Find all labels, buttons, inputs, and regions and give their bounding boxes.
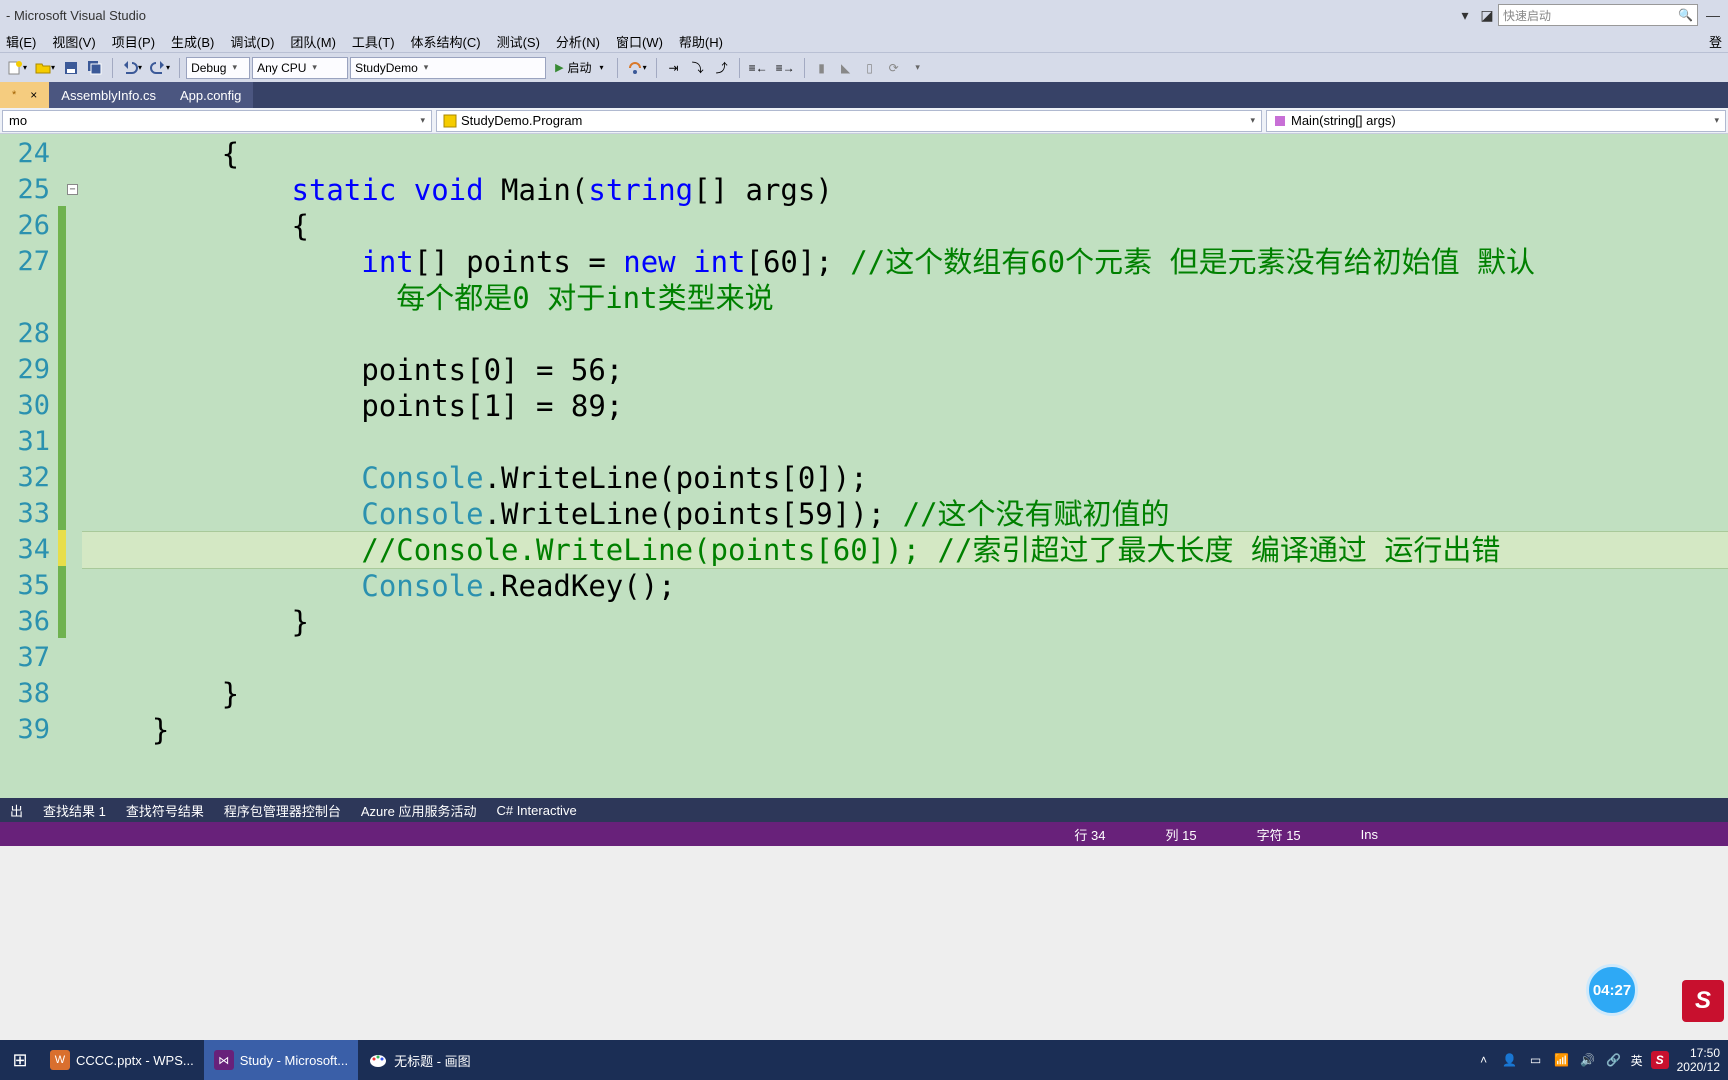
feedback-icon[interactable]: ◪ — [1476, 4, 1498, 26]
bottom-tab-csi[interactable]: C# Interactive — [486, 798, 586, 822]
notifications-icon[interactable]: ▾ — [1454, 4, 1476, 26]
title-bar: - Microsoft Visual Studio ▾ ◪ 快速启动 🔍 — — [0, 0, 1728, 30]
toolbar-overflow[interactable]: ▾ — [907, 57, 929, 79]
bottom-panel-tabs: 出 查找结果 1 查找符号结果 程序包管理器控制台 Azure 应用服务活动 C… — [0, 798, 1728, 822]
new-item-button[interactable]: ▾ — [4, 57, 30, 79]
video-timestamp-badge: 04:27 — [1586, 964, 1638, 1016]
toolbar: ▾ ▾ ▾ ▾ Debug▾ Any CPU▾ StudyDemo▾ ▶启动▾ … — [0, 52, 1728, 82]
status-line: 行 34 — [1044, 825, 1135, 844]
menu-project[interactable]: 项目(P) — [106, 32, 161, 51]
bookmark-icon[interactable]: ◣ — [835, 57, 857, 79]
task-wps[interactable]: WCCCC.pptx - WPS... — [40, 1040, 204, 1080]
tray-up-icon[interactable]: ˄ — [1475, 1051, 1493, 1069]
step-into-icon[interactable]: ⤵ — [687, 57, 709, 79]
tab-assemblyinfo[interactable]: AssemblyInfo.cs — [49, 82, 168, 108]
status-ins: Ins — [1331, 827, 1408, 842]
tray-volume-icon[interactable]: 🔊 — [1579, 1051, 1597, 1069]
comment-icon[interactable]: ▮ — [811, 57, 833, 79]
menu-debug[interactable]: 调试(D) — [224, 32, 280, 51]
status-char: 字符 15 — [1227, 825, 1331, 844]
indent-right-icon[interactable]: ≡→ — [773, 57, 798, 79]
start-debug-button[interactable]: ▶启动▾ — [548, 57, 611, 79]
task-paint[interactable]: 无标题 - 画图 — [358, 1040, 481, 1080]
status-col: 列 15 — [1136, 825, 1227, 844]
browser-link-button[interactable]: ▾ — [624, 57, 650, 79]
open-button[interactable]: ▾ — [32, 57, 58, 79]
config-dropdown[interactable]: Debug▾ — [186, 57, 250, 79]
start-button[interactable]: ⊞ — [0, 1040, 40, 1080]
system-tray: ˄ 👤 ▭ 📶 🔊 🔗 英 S 17:502020/12 — [1475, 1046, 1728, 1074]
search-icon: 🔍 — [1678, 8, 1693, 22]
menu-bar: 辑(E) 视图(V) 项目(P) 生成(B) 调试(D) 团队(M) 工具(T)… — [0, 30, 1728, 52]
task-vs[interactable]: ⋈Study - Microsoft... — [204, 1040, 358, 1080]
sogou-ime-icon[interactable]: S — [1682, 980, 1724, 1022]
tray-people-icon[interactable]: 👤 — [1501, 1051, 1519, 1069]
quick-launch-input[interactable]: 快速启动 🔍 — [1498, 4, 1698, 26]
fold-gutter: − — [66, 134, 82, 776]
minimize-button[interactable]: — — [1698, 4, 1728, 26]
menu-view[interactable]: 视图(V) — [46, 32, 101, 51]
bottom-tab-pkgmgr[interactable]: 程序包管理器控制台 — [214, 798, 351, 822]
menu-architecture[interactable]: 体系结构(C) — [405, 32, 487, 51]
modification-bar — [58, 134, 66, 776]
step-out-icon[interactable]: ⤴ — [711, 57, 733, 79]
save-button[interactable] — [60, 57, 82, 79]
menu-team[interactable]: 团队(M) — [284, 32, 342, 51]
tray-battery-icon[interactable]: ▭ — [1527, 1051, 1545, 1069]
member-selector[interactable]: Main(string[] args)▾ — [1266, 110, 1726, 132]
menu-test[interactable]: 测试(S) — [491, 32, 546, 51]
tray-ime[interactable]: 英 — [1631, 1052, 1643, 1069]
menu-tools[interactable]: 工具(T) — [346, 32, 401, 51]
indent-left-icon[interactable]: ≡← — [746, 57, 771, 79]
class-selector[interactable]: StudyDemo.Program▾ — [436, 110, 1262, 132]
tray-sogou-icon[interactable]: S — [1651, 1051, 1669, 1069]
undo-button[interactable]: ▾ — [119, 57, 145, 79]
sign-in[interactable]: 登 — [1703, 32, 1728, 51]
tab-appconfig[interactable]: App.config — [168, 82, 253, 108]
app-title: - Microsoft Visual Studio — [6, 8, 146, 23]
menu-help[interactable]: 帮助(H) — [673, 32, 729, 51]
project-selector[interactable]: mo▾ — [2, 110, 432, 132]
platform-dropdown[interactable]: Any CPU▾ — [252, 57, 348, 79]
tray-link-icon[interactable]: 🔗 — [1605, 1051, 1623, 1069]
navigation-bar: mo▾ StudyDemo.Program▾ Main(string[] arg… — [0, 108, 1728, 134]
fold-toggle[interactable]: − — [67, 184, 78, 195]
tab-active[interactable]: *× — [0, 82, 49, 108]
line-number-gutter: 24252627282930313233343536373839 — [0, 134, 58, 776]
bottom-tab-findsym[interactable]: 查找符号结果 — [116, 798, 214, 822]
bottom-tab-azure[interactable]: Azure 应用服务活动 — [351, 798, 487, 822]
taskbar: ⊞ WCCCC.pptx - WPS... ⋈Study - Microsoft… — [0, 1040, 1728, 1080]
document-tabs: *× AssemblyInfo.cs App.config — [0, 82, 1728, 108]
uncomment-icon[interactable]: ▯ — [859, 57, 881, 79]
redo-button[interactable]: ▾ — [147, 57, 173, 79]
close-icon[interactable]: × — [30, 88, 37, 102]
bottom-tab-output[interactable]: 出 — [0, 798, 33, 822]
step-over-icon[interactable]: ⇥ — [663, 57, 685, 79]
menu-window[interactable]: 窗口(W) — [610, 32, 669, 51]
menu-edit[interactable]: 辑(E) — [0, 32, 42, 51]
quick-launch-placeholder: 快速启动 — [1503, 7, 1551, 24]
menu-analyze[interactable]: 分析(N) — [550, 32, 606, 51]
save-all-button[interactable] — [84, 57, 106, 79]
status-bar: 行 34 列 15 字符 15 Ins — [0, 822, 1728, 846]
code-area[interactable]: { static void Main(string[] args) { int[… — [82, 134, 1728, 776]
tray-clock[interactable]: 17:502020/12 — [1677, 1046, 1720, 1074]
startup-project-dropdown[interactable]: StudyDemo▾ — [350, 57, 546, 79]
code-editor[interactable]: 24252627282930313233343536373839 − { sta… — [0, 134, 1728, 776]
toggle-icon[interactable]: ⟳ — [883, 57, 905, 79]
menu-build[interactable]: 生成(B) — [165, 32, 220, 51]
tray-wifi-icon[interactable]: 📶 — [1553, 1051, 1571, 1069]
bottom-tab-find1[interactable]: 查找结果 1 — [33, 798, 116, 822]
